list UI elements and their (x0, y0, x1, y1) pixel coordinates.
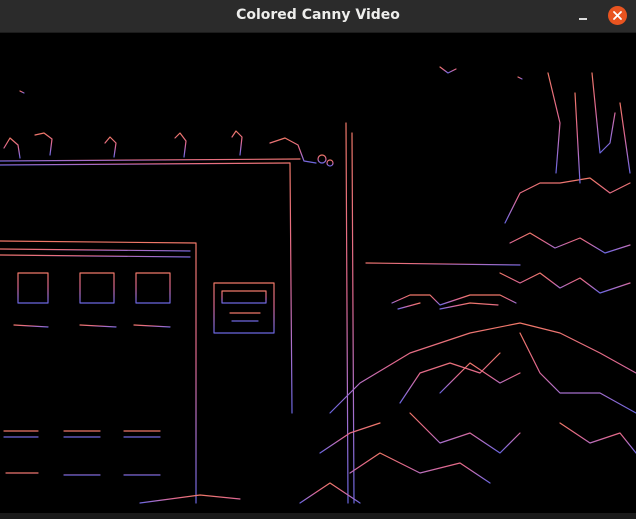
close-button[interactable] (608, 6, 627, 25)
minimize-icon (579, 18, 587, 20)
app-window: Colored Canny Video (0, 0, 636, 519)
canny-edge-image (0, 66, 636, 504)
minimize-button[interactable] (575, 8, 591, 24)
bottom-strip (0, 513, 636, 519)
video-canvas (0, 33, 636, 513)
window-title: Colored Canny Video (236, 7, 400, 23)
title-bar[interactable]: Colored Canny Video (0, 0, 636, 33)
close-icon (613, 11, 622, 20)
